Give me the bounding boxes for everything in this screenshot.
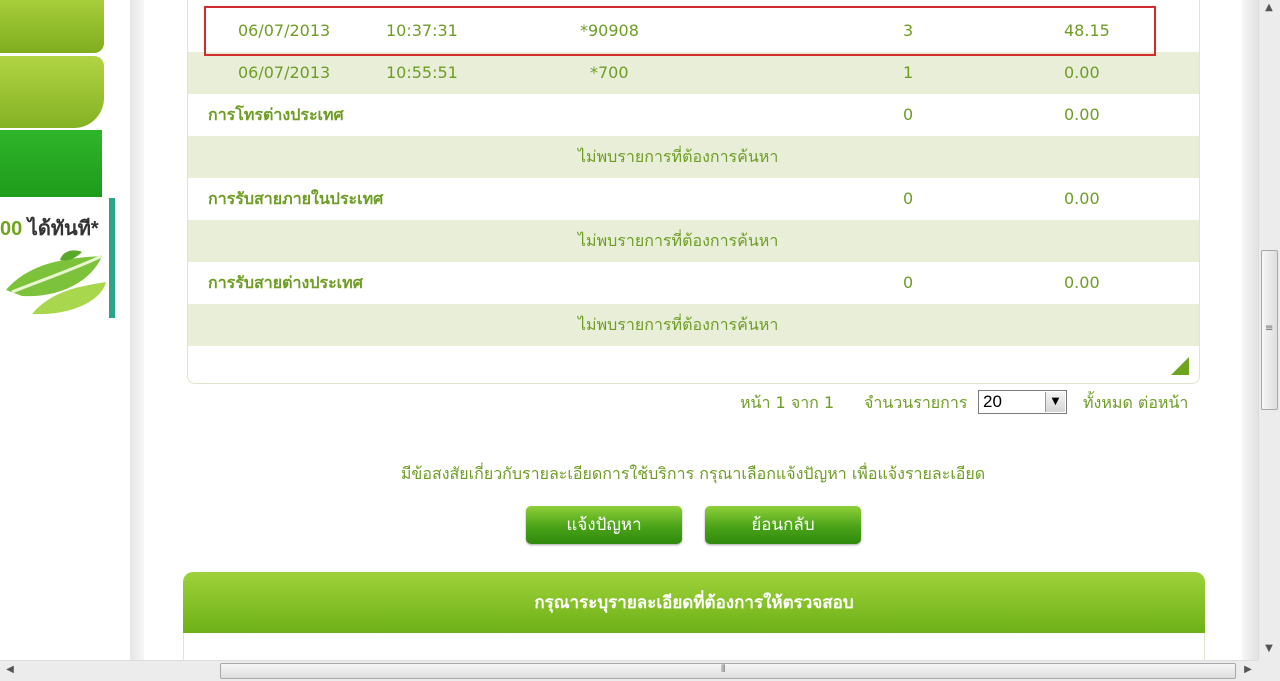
section-amount: 0.00	[1064, 189, 1100, 208]
scroll-down-icon[interactable]: ▼	[1261, 643, 1277, 654]
scrollbar-corner	[1258, 660, 1280, 681]
empty-message: ไม่พบรายการที่ต้องการค้นหา	[578, 315, 779, 334]
section-amount: 0.00	[1064, 105, 1100, 124]
horizontal-scroll-thumb[interactable]: ⦀	[220, 663, 1236, 679]
all-per-page-label: ทั้งหมด ต่อหน้า	[1083, 393, 1189, 412]
report-problem-button[interactable]: แจ้งปัญหา	[526, 506, 682, 544]
section-title: การโทรต่างประเทศ	[208, 105, 344, 124]
content-shadow	[1242, 0, 1258, 660]
page-size-value: 20	[983, 392, 1002, 411]
section-header-row: การโทรต่างประเทศ 0 0.00	[188, 94, 1199, 136]
back-button[interactable]: ย้อนกลับ	[705, 506, 861, 544]
cell-amount: 0.00	[1064, 63, 1100, 82]
section-title: การรับสายภายในประเทศ	[208, 189, 384, 208]
scroll-left-icon[interactable]: ◀	[2, 664, 18, 675]
usage-table: 06/07/2013 10:37:31 *90908 3 48.15 06/07…	[187, 0, 1200, 384]
scroll-right-icon[interactable]: ▶	[1240, 664, 1256, 675]
form-header: กรุณาระบุรายละเอียดที่ต้องการให้ตรวจสอบ	[183, 572, 1205, 634]
sidebar-menu-button-active[interactable]	[0, 130, 102, 197]
grip-icon: ≡	[1265, 323, 1274, 334]
highlight-box	[204, 6, 1156, 56]
page-indicator: หน้า 1 จาก 1	[740, 393, 835, 412]
section-amount: 0.00	[1064, 273, 1100, 292]
promo-text: 00 ได้ทันที*	[0, 218, 99, 240]
sidebar-shadow	[130, 0, 144, 660]
grip-icon: ⦀	[721, 664, 726, 675]
section-title: การรับสายต่างประเทศ	[208, 273, 363, 292]
leaf-icon	[6, 250, 106, 315]
cell-count: 1	[903, 63, 914, 82]
section-header-row: การรับสายต่างประเทศ 0 0.00	[188, 262, 1199, 304]
cell-date: 06/07/2013	[238, 63, 331, 82]
section-count: 0	[903, 273, 914, 292]
page-size-select[interactable]: 20 ▼	[978, 390, 1067, 414]
cell-time: 10:55:51	[386, 63, 458, 82]
items-per-page-label: จำนวนรายการ	[864, 393, 968, 412]
empty-row: ไม่พบรายการที่ต้องการค้นหา	[188, 304, 1199, 346]
scroll-up-icon[interactable]: ▲	[1261, 2, 1277, 13]
main-content: 06/07/2013 10:37:31 *90908 3 48.15 06/07…	[144, 0, 1242, 660]
vertical-scroll-thumb[interactable]: ≡	[1261, 250, 1278, 410]
table-row: 06/07/2013 10:55:51 *700 1 0.00	[188, 52, 1199, 94]
help-text: มีข้อสงสัยเกี่ยวกับรายละเอียดการใช้บริกา…	[400, 464, 986, 483]
section-header-row: การรับสายภายในประเทศ 0 0.00	[188, 178, 1199, 220]
empty-message: ไม่พบรายการที่ต้องการค้นหา	[578, 231, 779, 250]
chevron-down-icon[interactable]: ▼	[1045, 392, 1065, 412]
section-count: 0	[903, 105, 914, 124]
section-count: 0	[903, 189, 914, 208]
empty-message: ไม่พบรายการที่ต้องการค้นหา	[578, 147, 779, 166]
horizontal-scrollbar[interactable]: ◀ ⦀ ▶	[0, 660, 1258, 681]
vertical-scrollbar[interactable]: ▲ ≡ ▼	[1258, 0, 1280, 660]
cell-number: *700	[590, 63, 629, 82]
empty-row: ไม่พบรายการที่ต้องการค้นหา	[188, 136, 1199, 178]
sidebar-menu-button-2[interactable]	[0, 56, 104, 128]
sidebar-menu-button-1[interactable]	[0, 0, 104, 53]
resize-handle-icon[interactable]	[1171, 357, 1189, 375]
promo-banner[interactable]: 00 ได้ทันที*	[0, 198, 115, 318]
empty-row: ไม่พบรายการที่ต้องการค้นหา	[188, 220, 1199, 262]
left-sidebar: 00 ได้ทันที*	[0, 0, 130, 660]
form-area	[183, 633, 1205, 660]
